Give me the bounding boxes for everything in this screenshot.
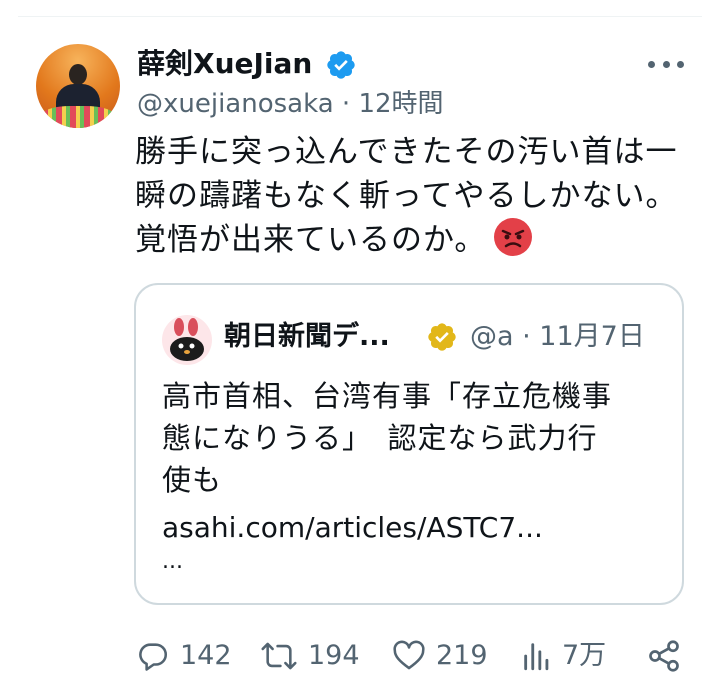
reply-button[interactable]: 142 <box>136 634 232 678</box>
more-options-icon[interactable] <box>648 58 684 70</box>
tweet-action-bar: 142 194 219 7万 <box>136 634 686 678</box>
quoted-timestamp[interactable]: 11月7日 <box>539 321 645 352</box>
author-avatar[interactable] <box>36 44 120 128</box>
reply-icon <box>139 643 168 671</box>
heart-icon <box>393 640 425 670</box>
views-button[interactable]: 7万 <box>522 634 606 678</box>
tweet-timestamp[interactable]: 12時間 <box>358 89 443 119</box>
repost-icon <box>261 642 297 670</box>
verified-org-badge-icon <box>428 323 456 351</box>
repost-button[interactable]: 194 <box>260 634 360 678</box>
author-handle[interactable]: @xuejianosaka <box>137 89 334 119</box>
view-count: 7万 <box>562 640 607 671</box>
quoted-handle-line: @a · 11月7日 <box>470 321 645 352</box>
quoted-author-avatar[interactable] <box>162 315 212 365</box>
author-display-name[interactable]: 薛剣XueJian <box>137 46 312 82</box>
handle-separator: · <box>333 89 359 119</box>
quoted-article-link[interactable]: asahi.com/articles/ASTC7... <box>162 507 543 549</box>
reply-count: 142 <box>180 640 232 671</box>
avatar-flowers <box>42 106 114 128</box>
quoted-text-line: 態になりうる」 認定なら武力行 <box>162 421 598 455</box>
avatar-person-head <box>69 64 87 85</box>
share-button[interactable] <box>646 634 682 678</box>
quoted-author-handle[interactable]: @a <box>470 321 514 352</box>
repost-count: 194 <box>308 640 360 671</box>
tweet-text: 勝手に突っ込んできたその汚い首は一 瞬の躊躇もなく斬ってやるしかない。 覚悟が出… <box>135 130 695 262</box>
quoted-tweet-card[interactable]: 朝日新聞デ... @a · 11月7日 高市首相、台湾有事「存立危機事 態になり… <box>134 283 684 605</box>
tweet-text-line: 覚悟が出来ているのか。 <box>135 218 695 262</box>
top-divider <box>18 16 702 17</box>
like-button[interactable]: 219 <box>392 634 488 678</box>
like-count: 219 <box>436 640 488 671</box>
tweet-text-line: 瞬の躊躇もなく斬ってやるしかない。 <box>135 178 678 214</box>
angry-face-icon <box>494 218 533 256</box>
verified-badge-icon[interactable] <box>325 49 357 81</box>
quoted-text-ellipsis: ... <box>162 549 183 574</box>
quoted-text-line: 使も <box>162 463 223 497</box>
share-icon <box>649 640 679 672</box>
views-chart-icon <box>524 643 549 671</box>
quoted-author-name[interactable]: 朝日新聞デ... <box>224 319 390 355</box>
quoted-text-line: 高市首相、台湾有事「存立危機事 <box>162 379 613 413</box>
tweet-text-line: 勝手に突っ込んできたその汚い首は一 <box>135 134 678 170</box>
quoted-tweet-text: 高市首相、台湾有事「存立危機事 態になりうる」 認定なら武力行 使も <box>162 375 662 501</box>
author-handle-line: @xuejianosaka · 12時間 <box>137 86 444 122</box>
